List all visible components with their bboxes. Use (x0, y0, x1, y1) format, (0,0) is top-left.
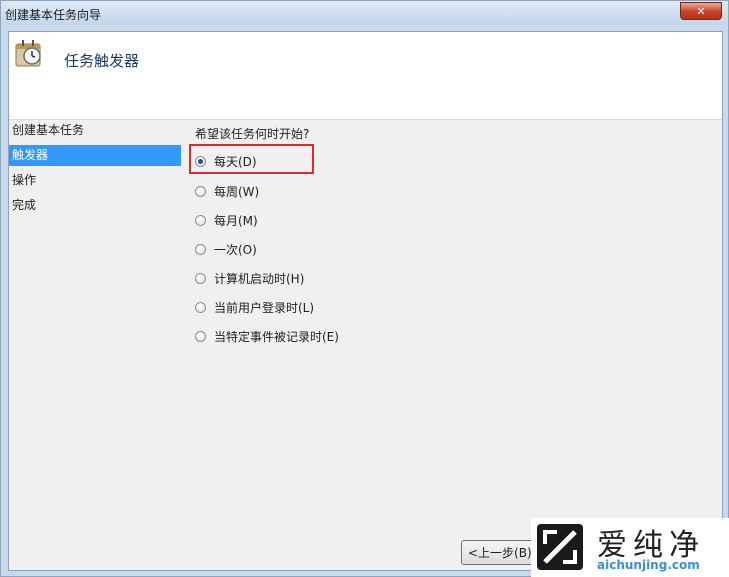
site-logo-icon (537, 524, 583, 570)
radio-weekly[interactable]: 每周(W) (195, 181, 259, 201)
radio-on-logon[interactable]: 当前用户登录时(L) (195, 297, 314, 317)
wizard-client: 任务触发器 创建基本任务 触发器 操作 完成 希望该任务何时开始? 每天(D) … (8, 31, 723, 571)
nav-item-finish[interactable]: 完成 (9, 195, 181, 216)
radio-on-event[interactable]: 当特定事件被记录时(E) (195, 326, 339, 346)
radio-label: 当特定事件被记录时(E) (214, 329, 339, 344)
wizard-body: 创建基本任务 触发器 操作 完成 希望该任务何时开始? 每天(D) 每周(W) … (9, 120, 722, 570)
radio-label: 每天(D) (214, 154, 257, 169)
wizard-header: 任务触发器 (9, 32, 722, 120)
radio-on-startup[interactable]: 计算机启动时(H) (195, 268, 304, 288)
title-bar: 创建基本任务向导 ✕ (1, 1, 728, 25)
nav-item-trigger[interactable]: 触发器 (9, 145, 181, 166)
clock-icon (15, 40, 41, 67)
radio-label: 每周(W) (214, 184, 260, 199)
radio-button[interactable] (195, 243, 206, 255)
back-button[interactable]: <上一步(B) (461, 540, 541, 565)
radio-once[interactable]: 一次(O) (195, 239, 257, 259)
radio-button[interactable] (195, 214, 206, 226)
wizard-window: 创建基本任务向导 ✕ 任务触发器 创建基本任务 触发器 操作 完成 希望该任务何… (0, 0, 729, 577)
nav-item-label: 完成 (12, 198, 37, 212)
nav-item-create-basic-task[interactable]: 创建基本任务 (9, 120, 181, 141)
radio-daily[interactable]: 每天(D) (195, 151, 257, 171)
radio-label: 当前用户登录时(L) (214, 300, 315, 315)
trigger-options: 希望该任务何时开始? 每天(D) 每周(W) 每月(M) 一次(O) 计算机启动… (189, 120, 715, 570)
site-watermark: 爱纯净 aichunjing.com (531, 518, 729, 577)
wizard-step-nav: 创建基本任务 触发器 操作 完成 (9, 120, 181, 570)
nav-item-action[interactable]: 操作 (9, 170, 181, 191)
page-title: 任务触发器 (64, 52, 140, 70)
radio-label: 一次(O) (214, 242, 257, 257)
close-button[interactable]: ✕ (680, 2, 722, 20)
radio-button[interactable] (195, 155, 206, 167)
radio-monthly[interactable]: 每月(M) (195, 210, 258, 230)
close-icon: ✕ (696, 4, 706, 18)
nav-item-label: 操作 (12, 173, 37, 187)
nav-item-label: 创建基本任务 (12, 123, 85, 137)
radio-button[interactable] (195, 185, 206, 197)
radio-label: 每月(M) (214, 213, 258, 228)
radio-label: 计算机启动时(H) (214, 271, 305, 286)
window-title: 创建基本任务向导 (5, 8, 102, 22)
back-button-label: <上一步(B) (468, 546, 532, 560)
radio-button[interactable] (195, 330, 206, 342)
radio-button[interactable] (195, 272, 206, 284)
question-label: 希望该任务何时开始? (195, 127, 310, 141)
radio-button[interactable] (195, 301, 206, 313)
watermark-subtitle: aichunjing.com (597, 558, 700, 572)
nav-item-label: 触发器 (12, 148, 49, 162)
